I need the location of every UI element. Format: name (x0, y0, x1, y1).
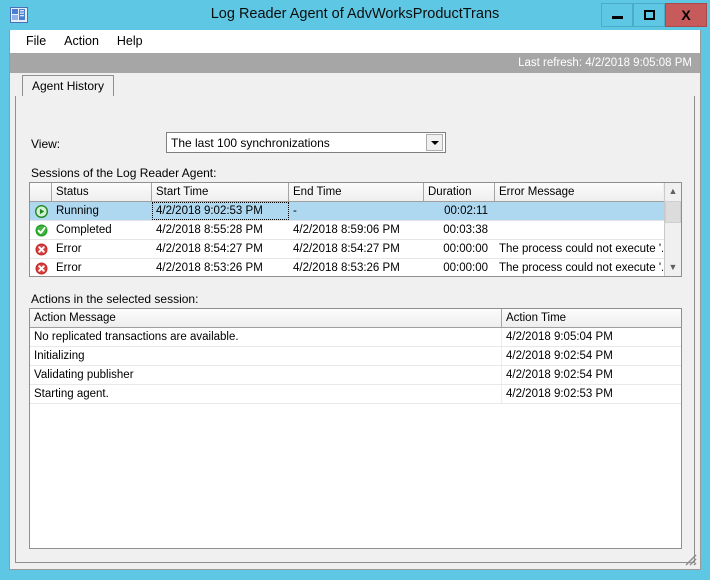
cell-error-message (495, 202, 663, 220)
cell-duration: 00:03:38 (443, 224, 488, 236)
cell-error-message: The process could not execute '... (499, 262, 663, 274)
menu-item-action[interactable]: Action (55, 32, 108, 50)
cell-action-message: Starting agent. (30, 385, 502, 403)
table-row[interactable]: Error 4/2/2018 8:53:26 PM 4/2/2018 8:53:… (30, 259, 681, 276)
cell-start-time: 4/2/2018 8:55:28 PM (156, 224, 263, 236)
scrollbar-thumb[interactable] (665, 201, 681, 223)
close-button[interactable]: X (665, 3, 707, 27)
close-icon: X (681, 7, 691, 23)
sessions-table-header: Status Start Time End Time Duration Erro… (30, 183, 681, 202)
minimize-icon (611, 16, 623, 19)
cell-error-message (495, 221, 663, 239)
view-dropdown[interactable]: The last 100 synchronizations (166, 132, 446, 153)
application-window: Log Reader Agent of AdvWorksProductTrans… (0, 0, 710, 580)
status-icon-cell (30, 259, 52, 276)
column-header-action-message[interactable]: Action Message (30, 309, 502, 327)
maximize-button[interactable] (633, 3, 665, 27)
cell-duration: 00:00:00 (443, 262, 488, 274)
cell-action-message: No replicated transactions are available… (30, 328, 502, 346)
status-icon-cell (30, 202, 52, 220)
status-icon-cell (30, 221, 52, 239)
cell-start-time: 4/2/2018 8:53:26 PM (156, 262, 263, 274)
cell-action-message: Initializing (30, 347, 502, 365)
tab-agent-history[interactable]: Agent History (22, 75, 115, 97)
resize-grip[interactable] (683, 552, 697, 566)
column-header-icon[interactable] (30, 183, 52, 201)
cell-action-message: Validating publisher (30, 366, 502, 384)
column-header-duration[interactable]: Duration (424, 183, 495, 201)
tab-strip: Agent History (15, 75, 695, 97)
cell-end-time: 4/2/2018 8:54:27 PM (293, 243, 400, 255)
column-header-status[interactable]: Status (52, 183, 152, 201)
status-icon-cell (30, 240, 52, 258)
minimize-button[interactable] (601, 3, 633, 27)
sessions-label: Sessions of the Log Reader Agent: (31, 166, 217, 180)
cell-action-time: 4/2/2018 9:05:04 PM (506, 331, 613, 343)
error-icon (35, 262, 47, 274)
actions-label: Actions in the selected session: (31, 292, 199, 306)
cell-error-message: The process could not execute '... (499, 243, 663, 255)
cell-duration: 00:00:00 (443, 243, 488, 255)
scroll-up-button[interactable]: ▲ (665, 183, 681, 200)
maximize-icon (643, 10, 655, 20)
client-area: File Action Help Last refresh: 4/2/2018 … (9, 30, 701, 570)
cell-action-time: 4/2/2018 9:02:54 PM (506, 369, 613, 381)
list-item[interactable]: No replicated transactions are available… (30, 328, 681, 347)
chevron-down-icon[interactable] (426, 134, 443, 151)
actions-table-header: Action Message Action Time (30, 309, 681, 328)
cell-status: Error (56, 243, 82, 255)
cell-status: Error (56, 262, 82, 274)
sessions-table[interactable]: Status Start Time End Time Duration Erro… (29, 182, 682, 277)
column-header-start-time[interactable]: Start Time (152, 183, 289, 201)
cell-duration: 00:02:11 (444, 205, 488, 217)
cell-end-time: - (293, 205, 297, 217)
cell-end-time: 4/2/2018 8:53:26 PM (293, 262, 400, 274)
chevron-down-icon: ▼ (668, 262, 678, 272)
cell-action-time: 4/2/2018 9:02:53 PM (506, 388, 613, 400)
completed-icon (35, 224, 47, 236)
menu-item-help[interactable]: Help (108, 32, 152, 50)
cell-end-time: 4/2/2018 8:59:06 PM (293, 224, 400, 236)
cell-status: Completed (56, 224, 112, 236)
actions-table[interactable]: Action Message Action Time No replicated… (29, 308, 682, 549)
view-dropdown-value: The last 100 synchronizations (171, 135, 330, 150)
column-header-error-message[interactable]: Error Message (495, 183, 663, 201)
title-bar: Log Reader Agent of AdvWorksProductTrans… (0, 0, 710, 30)
column-header-end-time[interactable]: End Time (289, 183, 424, 201)
running-icon (34, 204, 48, 218)
table-row[interactable]: Completed 4/2/2018 8:55:28 PM 4/2/2018 8… (30, 221, 681, 240)
cell-status: Running (56, 205, 99, 217)
list-item[interactable]: Validating publisher 4/2/2018 9:02:54 PM (30, 366, 681, 385)
tab-page-agent-history: View: The last 100 synchronizations Sess… (15, 96, 695, 563)
menu-bar: File Action Help (10, 30, 700, 53)
column-header-action-time[interactable]: Action Time (502, 309, 681, 327)
last-refresh-status: Last refresh: 4/2/2018 9:05:08 PM (10, 53, 700, 73)
table-row[interactable]: Error 4/2/2018 8:54:27 PM 4/2/2018 8:54:… (30, 240, 681, 259)
view-label: View: (31, 137, 61, 151)
list-item[interactable]: Initializing 4/2/2018 9:02:54 PM (30, 347, 681, 366)
cell-start-time: 4/2/2018 8:54:27 PM (156, 243, 263, 255)
cell-action-time: 4/2/2018 9:02:54 PM (506, 350, 613, 362)
list-item[interactable]: Starting agent. 4/2/2018 9:02:53 PM (30, 385, 681, 404)
error-icon (35, 243, 47, 255)
scroll-down-button[interactable]: ▼ (665, 259, 681, 276)
chevron-up-icon: ▲ (668, 186, 678, 196)
cell-start-time: 4/2/2018 9:02:53 PM (152, 202, 289, 220)
menu-item-file[interactable]: File (17, 32, 55, 50)
sessions-scrollbar[interactable]: ▲ ▼ (664, 183, 681, 276)
table-row[interactable]: Running 4/2/2018 9:02:53 PM - 00:02:11 (30, 202, 681, 221)
